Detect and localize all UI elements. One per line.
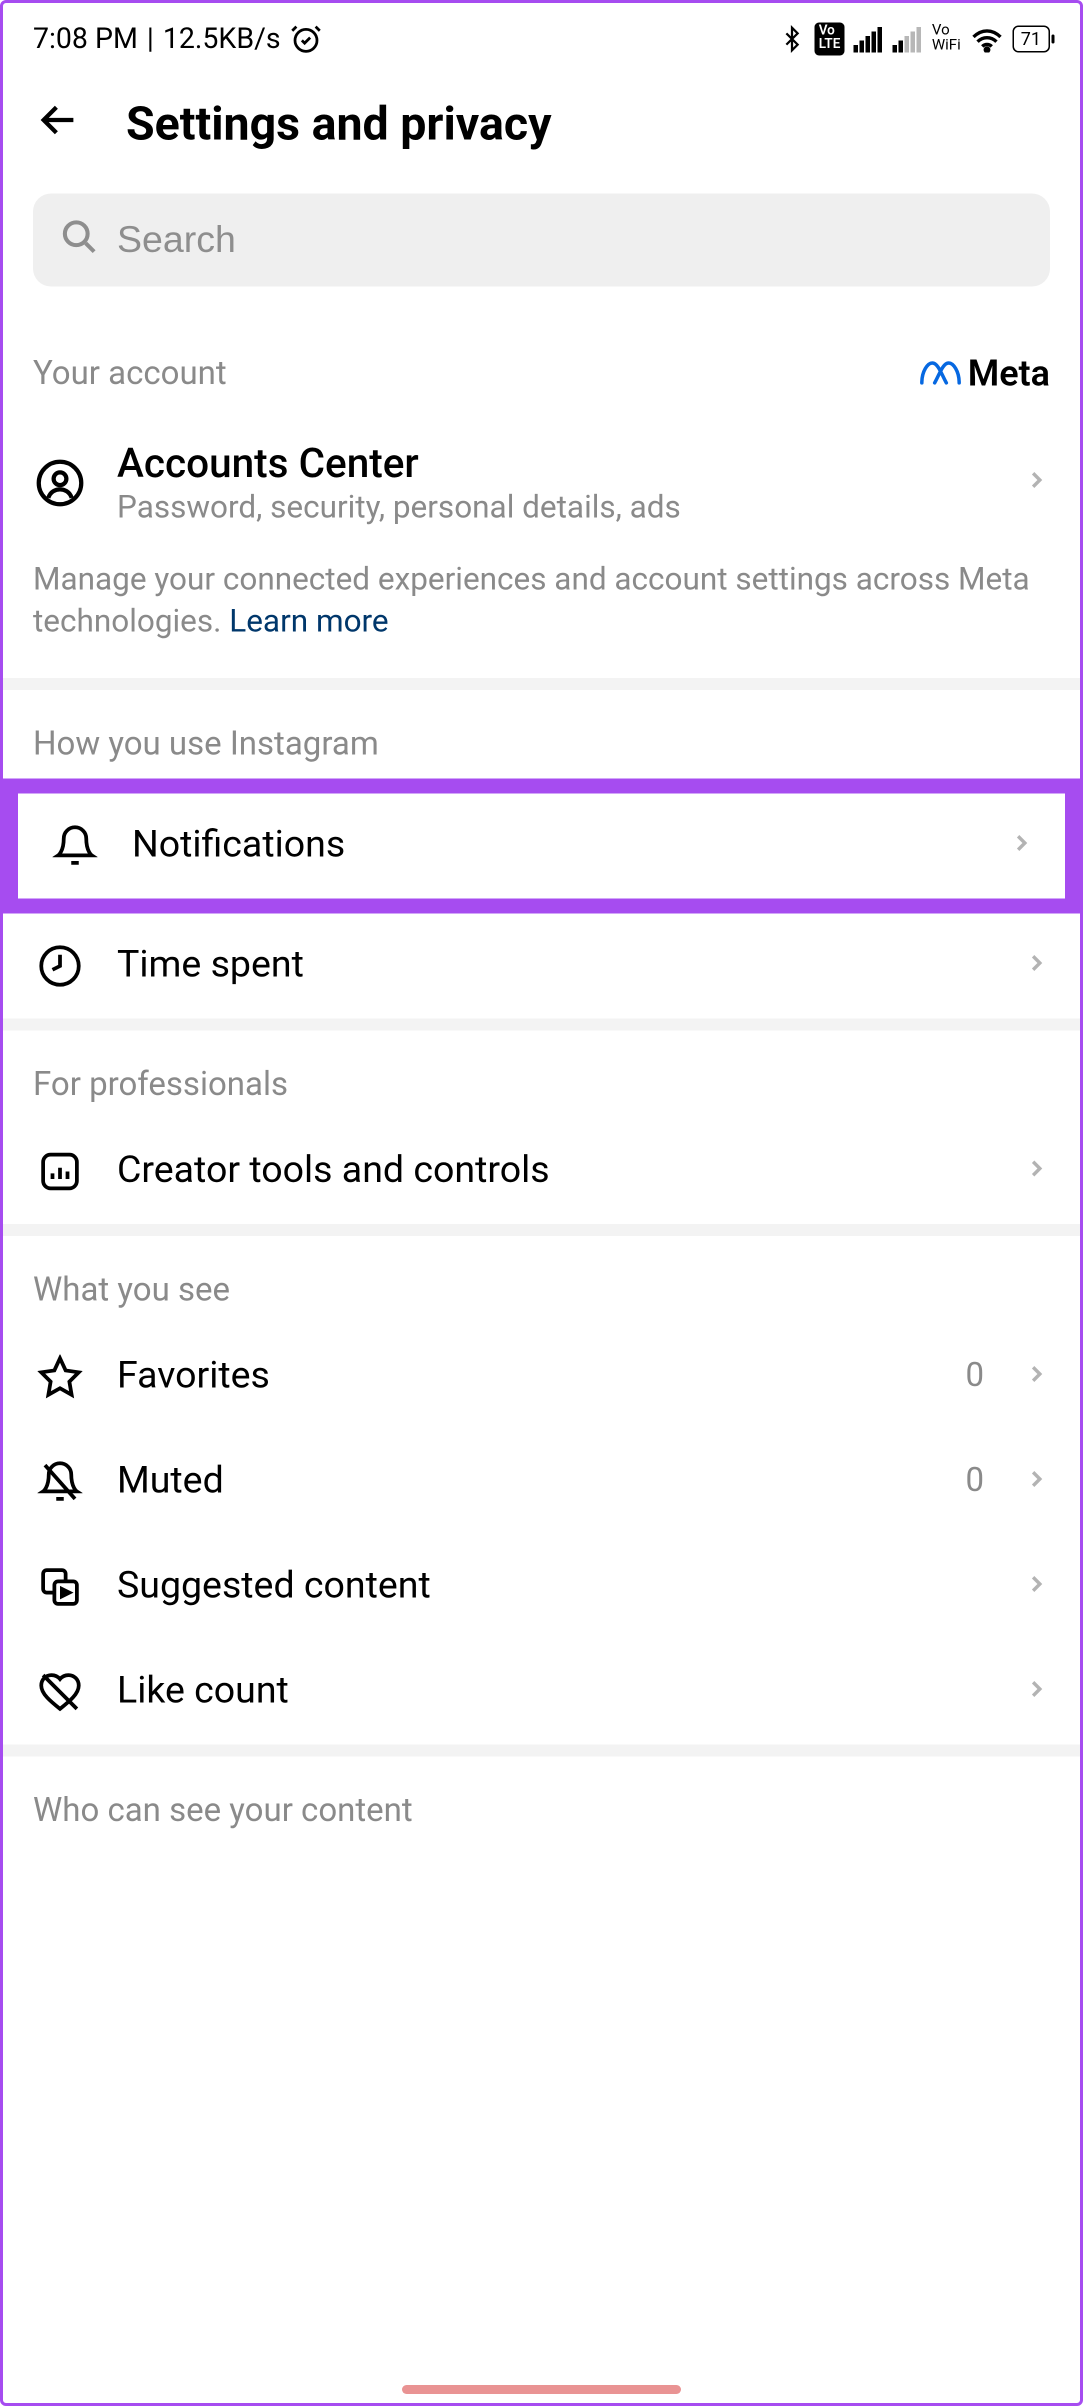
row-muted[interactable]: Muted 0 [3,1429,1080,1534]
row-favorites[interactable]: Favorites 0 [3,1324,1080,1429]
accounts-footnote: Manage your connected experiences and ac… [3,557,1080,678]
media-icon [33,1564,87,1609]
bell-icon [48,823,102,868]
highlight-notifications: Notifications [3,778,1080,913]
section-professionals: For professionals [3,1030,1080,1119]
status-divider: | [147,21,154,56]
row-title: Suggested content [117,1565,993,1609]
heart-off-icon [33,1669,87,1714]
row-count: 0 [965,1358,984,1396]
person-circle-icon [33,458,87,509]
status-speed: 12.5KB/s [163,21,281,56]
search-box[interactable] [33,194,1050,287]
status-time: 7:08 PM [33,21,138,56]
status-bar: 7:08 PM | 12.5KB/s VoLTE VoWiFi 71 [3,3,1080,68]
row-title: Like count [117,1670,993,1714]
row-title: Notifications [132,824,978,868]
section-what-you-see: What you see [3,1236,1080,1325]
row-notifications[interactable]: Notifications [18,793,1065,898]
volte-badge: VoLTE [814,22,845,55]
row-suggested-content[interactable]: Suggested content [3,1534,1080,1639]
section-divider [3,1018,1080,1030]
home-indicator [402,2385,681,2394]
row-count: 0 [965,1463,984,1501]
chevron-right-icon [1023,467,1050,500]
section-how-you-use: How you use Instagram [3,690,1080,779]
bluetooth-icon [778,22,805,55]
chevron-right-icon [1023,1465,1050,1498]
row-accounts-center[interactable]: Accounts Center Password, security, pers… [3,410,1080,557]
chevron-right-icon [1023,1155,1050,1188]
clock-icon [33,943,87,988]
signal-icon-2 [893,25,923,52]
search-input[interactable] [117,218,1023,262]
chevron-right-icon [1023,1570,1050,1603]
section-label: For professionals [33,1066,288,1104]
chevron-right-icon [1023,1360,1050,1393]
section-divider [3,1224,1080,1236]
learn-more-link[interactable]: Learn more [229,605,388,641]
back-arrow-icon[interactable] [33,95,84,152]
search-icon [60,218,99,263]
wifi-icon [970,25,1003,52]
row-title: Muted [117,1460,935,1504]
alarm-icon [290,22,323,55]
page-title: Settings and privacy [126,95,552,151]
row-like-count[interactable]: Like count [3,1639,1080,1744]
row-title: Time spent [117,944,993,988]
section-label: Your account [33,355,227,393]
chevron-right-icon [1008,829,1035,862]
chevron-right-icon [1023,1675,1050,1708]
row-title: Creator tools and controls [117,1149,993,1193]
chart-icon [33,1149,87,1194]
vowifi-label: VoWiFi [932,23,961,53]
row-time-spent[interactable]: Time spent [3,913,1080,1018]
star-icon [33,1354,87,1399]
row-title: Accounts Center [117,440,993,488]
chevron-right-icon [1023,949,1050,982]
section-divider [3,678,1080,690]
row-subtitle: Password, security, personal details, ad… [117,491,993,527]
battery-icon: 71 [1012,25,1050,52]
section-divider [3,1744,1080,1756]
section-label: How you use Instagram [33,726,379,764]
bell-off-icon [33,1459,87,1504]
meta-brand: Meta [920,353,1050,395]
section-your-account: Your account Meta [3,317,1080,410]
signal-icon-1 [854,25,884,52]
section-label: Who can see your content [33,1792,413,1830]
page-header: Settings and privacy [3,68,1080,179]
section-who-see: Who can see your content [3,1756,1080,1845]
row-creator-tools[interactable]: Creator tools and controls [3,1119,1080,1224]
section-label: What you see [33,1272,230,1310]
row-title: Favorites [117,1355,935,1399]
